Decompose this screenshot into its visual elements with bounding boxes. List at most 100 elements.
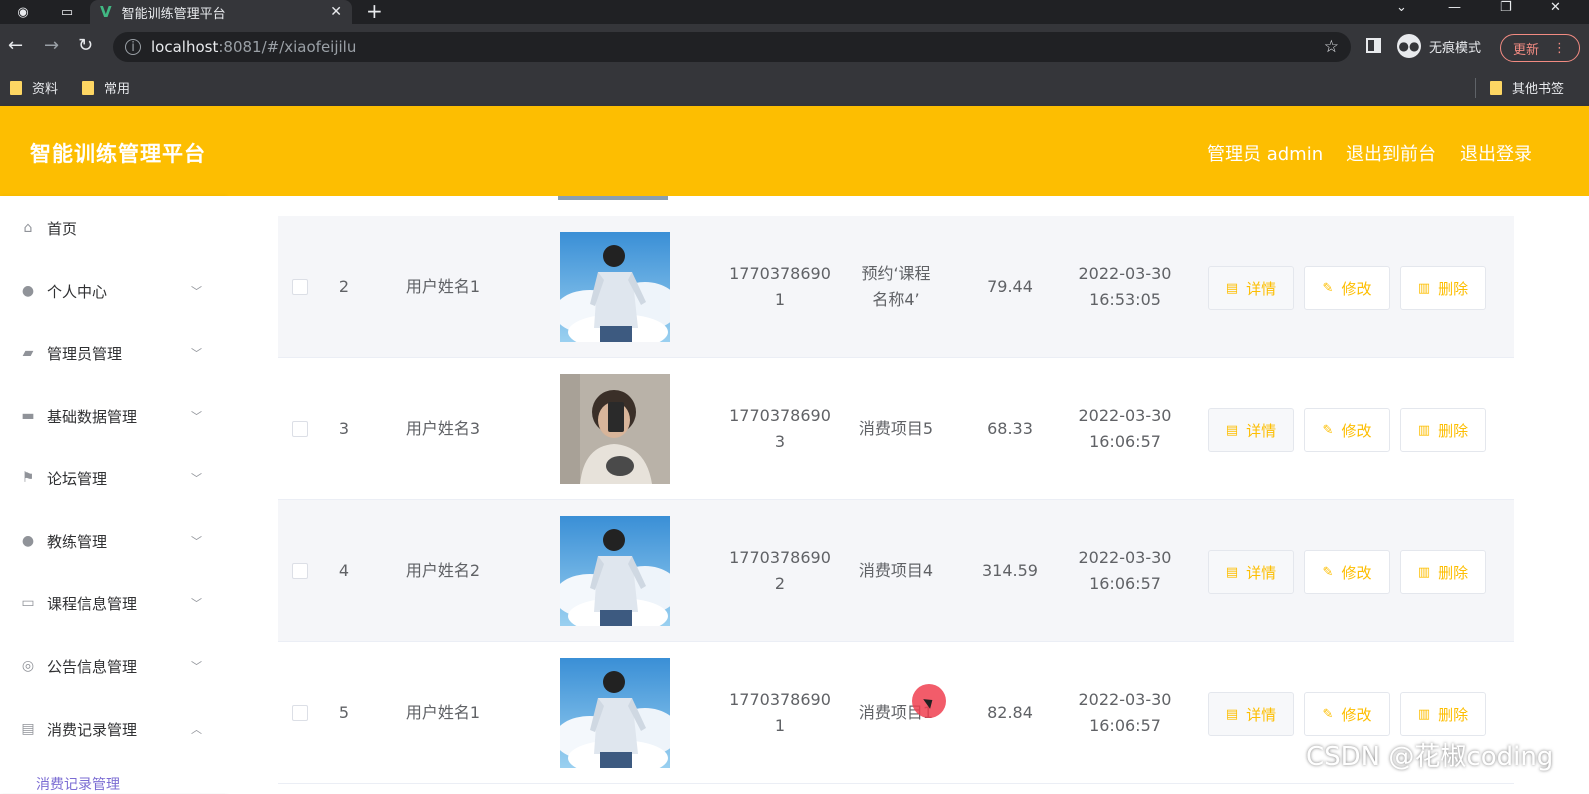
flag-icon: ⚑ xyxy=(21,470,35,486)
update-button[interactable]: 更新 ⋮ xyxy=(1500,34,1580,62)
exit-to-front-link[interactable]: 退出到前台 xyxy=(1346,140,1436,166)
menu-dots-icon: ⋮ xyxy=(1553,40,1567,56)
row-index: 4 xyxy=(338,561,350,580)
logout-link[interactable]: 退出登录 xyxy=(1460,140,1532,166)
browser-tab-active[interactable]: V 智能训练管理平台 ✕ xyxy=(90,0,352,24)
bookmark-folder-other[interactable]: 其他书签 xyxy=(1490,78,1564,97)
site-info-icon[interactable]: i xyxy=(125,39,141,55)
chevron-down-icon: ﹀ xyxy=(191,410,202,423)
url-path: :8081/#/xiaofeijilu xyxy=(218,38,357,56)
sidebar-menu: ⌂ 首页 ● 个人中心 ﹀ ▰ 管理员管理 ﹀ ▬ 基础数据管理 ﹀ ⚑ 论坛管… xyxy=(0,196,226,793)
sidebar-item-base-data[interactable]: ▬ 基础数据管理 ﹀ xyxy=(0,396,226,436)
sidebar-item-admin-management[interactable]: ▰ 管理员管理 ﹀ xyxy=(0,333,226,373)
home-icon: ⌂ xyxy=(23,220,33,236)
address-bar[interactable]: i localhost:8081/#/xiaofeijilu ☆ xyxy=(113,32,1351,62)
new-tab-plus-icon[interactable]: + xyxy=(366,0,383,24)
avatar-image xyxy=(560,374,670,484)
edit-button[interactable]: ✎ 修改 xyxy=(1304,408,1390,452)
row-checkbox-cell xyxy=(288,500,312,642)
row-time: 16:06:57 xyxy=(1089,716,1161,735)
edit-button[interactable]: ✎ 修改 xyxy=(1304,692,1390,736)
row-item-line2: 名称4’ xyxy=(872,290,920,309)
row-checkbox[interactable] xyxy=(292,279,308,295)
globe-icon[interactable]: ◉ xyxy=(12,2,34,22)
bookmark-label: 常用 xyxy=(104,82,131,97)
incognito-icon: ●● xyxy=(1397,34,1421,58)
document-icon: ▤ xyxy=(1225,280,1239,296)
row-date: 2022-03-30 xyxy=(1078,548,1172,567)
row-datetime-cell: 2022-03-30 16:06:57 xyxy=(1070,642,1180,784)
box-icon: ▤ xyxy=(21,721,35,737)
delete-button[interactable]: ▥ 删除 xyxy=(1400,408,1486,452)
minimize-icon[interactable]: — xyxy=(1448,0,1461,22)
back-arrow-icon[interactable]: ← xyxy=(8,36,23,56)
briefcase-icon: ▰ xyxy=(22,345,34,361)
chevron-down-icon: ﹀ xyxy=(191,347,202,360)
delete-button[interactable]: ▥ 删除 xyxy=(1400,266,1486,310)
delete-button[interactable]: ▥ 删除 xyxy=(1400,550,1486,594)
detail-button[interactable]: ▤ 详情 xyxy=(1208,266,1294,310)
sidebar-item-consumption[interactable]: ▤ 消费记录管理 ︿ xyxy=(0,709,226,749)
folder-icon xyxy=(82,80,94,95)
delete-label: 删除 xyxy=(1438,563,1469,582)
trash-icon: ▥ xyxy=(1417,280,1431,296)
row-phone-line2: 3 xyxy=(774,432,786,451)
trash-icon: ▥ xyxy=(1417,422,1431,438)
restore-icon[interactable]: ❐ xyxy=(1500,0,1512,22)
tab-search-chevron-icon[interactable]: ⌄ xyxy=(1396,0,1407,22)
close-icon[interactable]: ✕ xyxy=(330,4,342,20)
folder-icon xyxy=(10,80,22,95)
row-item-line1: 预约‘课程 xyxy=(861,264,931,283)
table-row: 2 用户姓名1 1770378690 1 预约‘课程 名称4’ 79.44 20… xyxy=(278,216,1514,358)
reload-icon[interactable]: ↻ xyxy=(78,36,93,56)
row-item-line1: 消费项目4 xyxy=(858,561,934,580)
row-checkbox[interactable] xyxy=(292,563,308,579)
sidebar-item-course[interactable]: ▭ 课程信息管理 ﹀ xyxy=(0,583,226,623)
row-checkbox[interactable] xyxy=(292,705,308,721)
avatar-image xyxy=(560,658,670,768)
chevron-down-icon: ﹀ xyxy=(191,285,202,298)
row-date: 2022-03-30 xyxy=(1078,406,1172,425)
sidebar-item-coach[interactable]: ● 教练管理 ﹀ xyxy=(0,521,226,561)
admin-link[interactable]: 管理员 admin xyxy=(1207,140,1323,166)
row-checkbox[interactable] xyxy=(292,421,308,437)
bookmark-folder-ziliao[interactable]: 资料 xyxy=(10,78,58,97)
tab-strip-icon[interactable]: ▭ xyxy=(56,2,78,22)
edit-button[interactable]: ✎ 修改 xyxy=(1304,550,1390,594)
database-icon: ▬ xyxy=(21,408,35,424)
sidebar-subitem-consumption-records[interactable]: 消费记录管理 xyxy=(36,774,120,794)
app-title: 智能训练管理平台 xyxy=(30,142,206,166)
detail-label: 详情 xyxy=(1246,705,1277,724)
edit-button[interactable]: ✎ 修改 xyxy=(1304,266,1390,310)
bookmark-star-icon[interactable]: ☆ xyxy=(1324,37,1339,57)
window-close-icon[interactable]: ✕ xyxy=(1550,0,1561,22)
detail-button[interactable]: ▤ 详情 xyxy=(1208,550,1294,594)
edit-label: 修改 xyxy=(1341,705,1372,724)
detail-button[interactable]: ▤ 详情 xyxy=(1208,408,1294,452)
table-row: 4 用户姓名2 1770378690 2 消费项目4 314.59 2022-0… xyxy=(278,500,1514,642)
row-date: 2022-03-30 xyxy=(1078,264,1172,283)
forward-arrow-icon[interactable]: → xyxy=(44,36,59,56)
table-row: 3 用户姓名3 1770378690 3 消费项目5 68.33 2022-03… xyxy=(278,358,1514,500)
row-phone-line2: 1 xyxy=(774,290,786,309)
sidebar-item-label: 教练管理 xyxy=(47,532,108,551)
bookmark-folder-changyong[interactable]: 常用 xyxy=(82,78,130,97)
sidebar-item-notice[interactable]: ◎ 公告信息管理 ﹀ xyxy=(0,646,226,686)
row-item-line1: 消费项目5 xyxy=(858,419,934,438)
pencil-icon: ✎ xyxy=(1322,422,1334,438)
incognito-indicator[interactable]: ●● 无痕模式 xyxy=(1397,34,1481,58)
row-amount: 314.59 xyxy=(982,561,1038,580)
detail-button[interactable]: ▤ 详情 xyxy=(1208,692,1294,736)
sidebar-item-personal-center[interactable]: ● 个人中心 ﹀ xyxy=(0,271,226,311)
row-avatar-cell xyxy=(550,358,680,500)
sidebar-item-home[interactable]: ⌂ 首页 xyxy=(0,208,226,248)
records-table: 2 用户姓名1 1770378690 1 预约‘课程 名称4’ 79.44 20… xyxy=(278,216,1514,793)
delete-button[interactable]: ▥ 删除 xyxy=(1400,692,1486,736)
sidebar-item-forum[interactable]: ⚑ 论坛管理 ﹀ xyxy=(0,458,226,498)
chevron-down-icon: ﹀ xyxy=(191,660,202,673)
side-panel-icon[interactable] xyxy=(1366,38,1381,53)
gauge-icon: ◎ xyxy=(21,658,35,674)
pin-icon: ● xyxy=(21,533,35,549)
row-phone-cell: 1770378690 2 xyxy=(724,500,836,642)
trash-icon: ▥ xyxy=(1417,706,1431,722)
